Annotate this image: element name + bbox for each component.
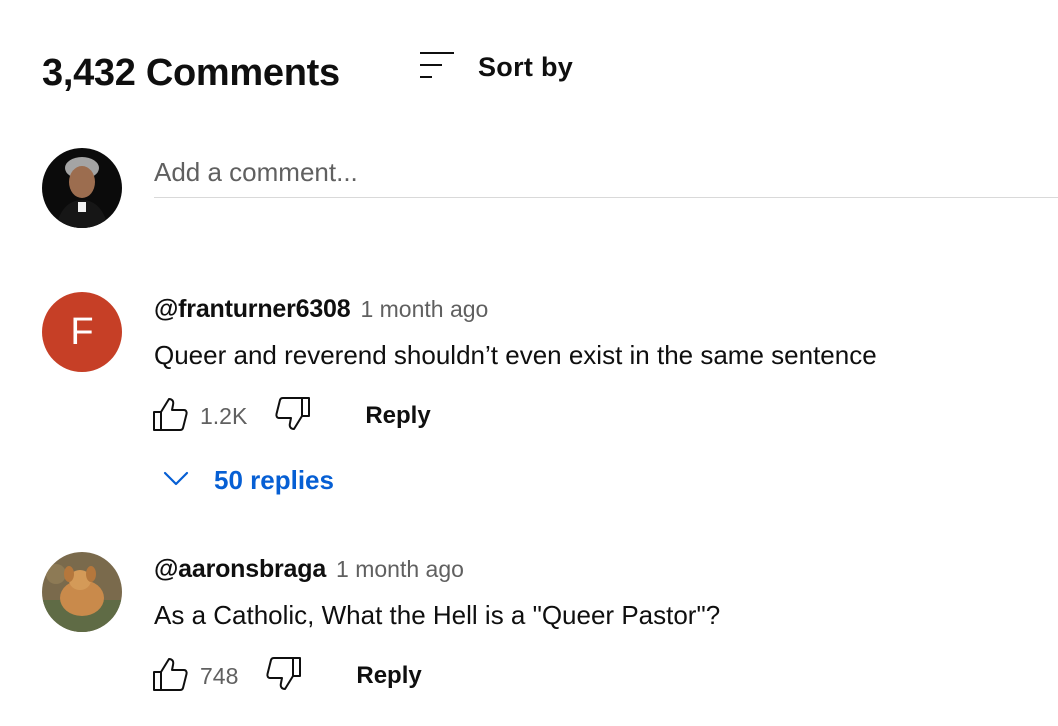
like-count: 748 xyxy=(200,662,239,689)
thumbs-up-icon xyxy=(151,395,189,438)
author-avatar[interactable] xyxy=(42,552,122,632)
add-comment-input[interactable] xyxy=(154,148,1058,198)
sort-icon xyxy=(418,50,456,85)
dislike-button[interactable] xyxy=(273,396,313,436)
comment-text: As a Catholic, What the Hell is a "Queer… xyxy=(154,600,721,630)
comment-actions: 748 Reply xyxy=(150,656,422,696)
sort-button[interactable]: Sort by xyxy=(418,50,573,85)
replies-label: 50 replies xyxy=(214,465,334,495)
comment-author[interactable]: @aaronsbraga xyxy=(154,555,326,584)
comment-time[interactable]: 1 month ago xyxy=(336,556,464,583)
comment-author[interactable]: @franturner6308 xyxy=(154,295,351,324)
current-user-avatar[interactable] xyxy=(42,148,122,228)
author-avatar[interactable]: F xyxy=(42,292,122,372)
like-button[interactable] xyxy=(150,396,190,436)
comments-count: 3,432 Comments xyxy=(42,51,340,94)
thumbs-down-icon xyxy=(274,395,312,438)
view-replies-button[interactable]: 50 replies xyxy=(162,464,334,497)
comment-actions: 1.2K Reply xyxy=(150,396,431,436)
comment-composer xyxy=(42,148,1058,228)
comment-meta: @aaronsbraga 1 month ago xyxy=(154,555,464,584)
reply-button[interactable]: Reply xyxy=(356,662,421,690)
thumbs-up-icon xyxy=(151,655,189,698)
like-button[interactable] xyxy=(150,656,190,696)
dislike-button[interactable] xyxy=(264,656,304,696)
comment-text: Queer and reverend shouldn’t even exist … xyxy=(154,340,877,370)
sort-label: Sort by xyxy=(478,52,574,82)
chevron-down-icon xyxy=(162,464,190,497)
avatar-letter: F xyxy=(70,310,94,353)
like-count: 1.2K xyxy=(200,402,248,429)
comment-time[interactable]: 1 month ago xyxy=(360,296,488,323)
comments-header: 3,432 Comments xyxy=(42,48,340,98)
thumbs-down-icon xyxy=(265,655,303,698)
comment-meta: @franturner6308 1 month ago xyxy=(154,295,488,324)
reply-button[interactable]: Reply xyxy=(365,402,430,430)
